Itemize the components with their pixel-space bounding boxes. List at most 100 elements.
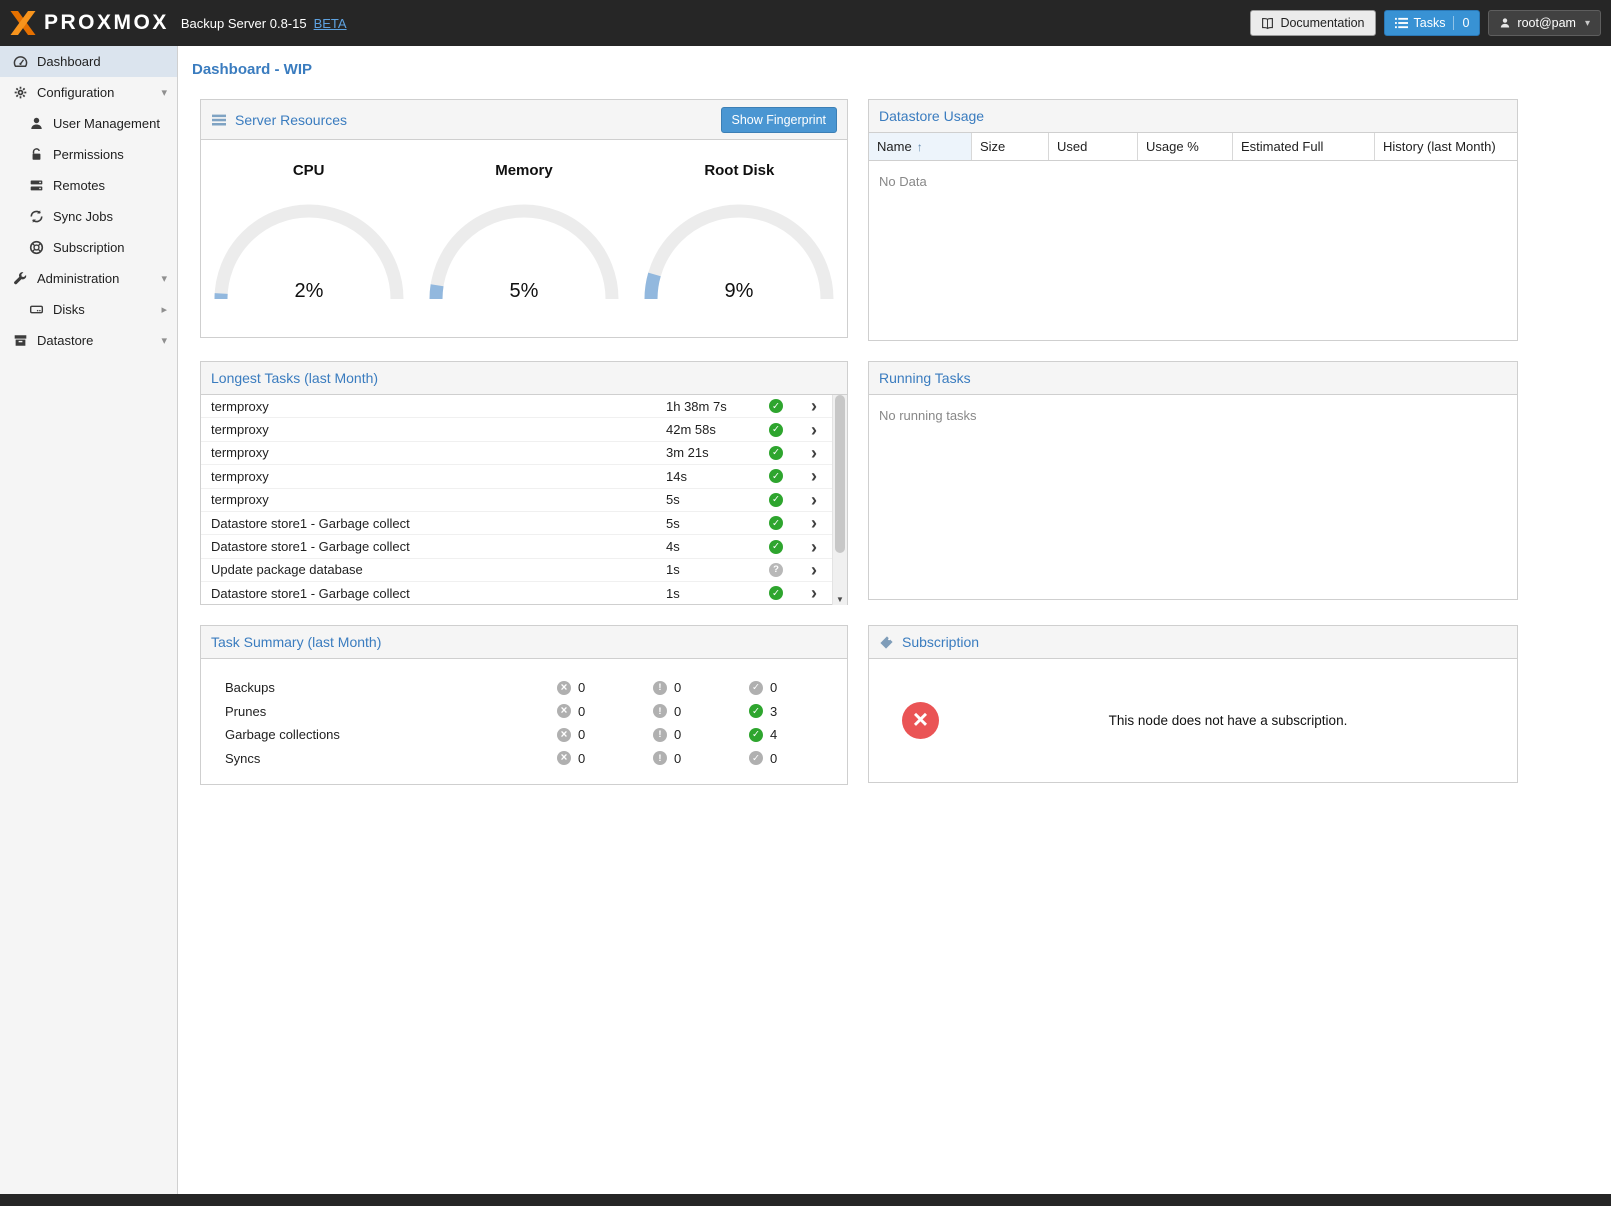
column-header-estimated-full[interactable]: Estimated Full: [1233, 133, 1375, 160]
task-open-chevron-icon[interactable]: ›: [796, 467, 832, 485]
server-resources-header: Server Resources Show Fingerprint: [201, 100, 847, 140]
documentation-button[interactable]: Documentation: [1250, 10, 1375, 36]
task-row[interactable]: termproxy 42m 58s ›: [201, 418, 832, 441]
column-header-name[interactable]: Name ↑: [869, 133, 972, 160]
task-row[interactable]: Update package database 1s ›: [201, 559, 832, 582]
warning-count: 0: [674, 704, 681, 719]
task-status-icon: [769, 563, 783, 577]
sidebar-item-subscription[interactable]: Subscription: [0, 232, 177, 263]
task-name: Datastore store1 - Garbage collect: [201, 586, 666, 601]
task-summary-body: Backups 0 0 0 Prunes: [201, 659, 847, 770]
unlock-icon: [28, 147, 44, 163]
beta-link[interactable]: BETA: [314, 16, 347, 31]
task-row[interactable]: Datastore store1 - Garbage collect 1s ›: [201, 582, 832, 605]
task-status-icon: [769, 493, 783, 507]
task-open-chevron-icon[interactable]: ›: [796, 444, 832, 462]
show-fingerprint-button[interactable]: Show Fingerprint: [721, 107, 838, 133]
panel-title: Datastore Usage: [879, 108, 984, 124]
datastore-table-header: Name ↑ Size Used Usage % Estimated Full …: [869, 133, 1517, 161]
wrench-icon: [12, 271, 28, 287]
warning-count-icon: [653, 751, 667, 765]
task-duration: 42m 58s: [666, 422, 756, 437]
sidebar-item-administration[interactable]: Administration ▾: [0, 263, 177, 294]
datastore-usage-panel: Datastore Usage Name ↑ Size Used Usage %…: [868, 99, 1518, 341]
subscription-header: Subscription: [869, 626, 1517, 659]
scrollbar-thumb[interactable]: [835, 395, 845, 553]
summary-row-garbage-collections: Garbage collections 0 0 4: [225, 723, 847, 747]
sidebar-item-label: Administration: [37, 271, 119, 286]
ok-count-icon: [749, 728, 763, 742]
brand-text: PROXMOX: [44, 11, 169, 35]
error-count-icon: [557, 751, 571, 765]
warning-count: 0: [674, 751, 681, 766]
book-icon: [1261, 17, 1274, 30]
datastore-empty-text: No Data: [869, 161, 1517, 202]
task-status-icon: [769, 516, 783, 530]
task-open-chevron-icon[interactable]: ›: [796, 584, 832, 602]
task-row[interactable]: termproxy 14s ›: [201, 465, 832, 488]
panel-title: Task Summary (last Month): [211, 634, 381, 650]
task-row[interactable]: Datastore store1 - Garbage collect 5s ›: [201, 512, 832, 535]
task-open-chevron-icon[interactable]: ›: [796, 561, 832, 579]
sidebar-item-label: Permissions: [53, 147, 124, 162]
sidebar-item-permissions[interactable]: Permissions: [0, 139, 177, 170]
ticket-icon: [879, 635, 894, 650]
task-name: termproxy: [201, 469, 666, 484]
scrollbar[interactable]: ▼: [832, 395, 847, 605]
panel-title: Server Resources: [235, 112, 347, 128]
sidebar-item-sync-jobs[interactable]: Sync Jobs: [0, 201, 177, 232]
sidebar-item-dashboard[interactable]: Dashboard: [0, 46, 177, 77]
sidebar-item-datastore[interactable]: Datastore ▾: [0, 325, 177, 356]
summary-label: Syncs: [225, 751, 557, 766]
error-count: 0: [578, 727, 585, 742]
task-status-icon: [769, 399, 783, 413]
sidebar-item-label: Sync Jobs: [53, 209, 113, 224]
scroll-down-button[interactable]: ▼: [833, 595, 847, 604]
gauge-label: Root Disk: [704, 162, 774, 179]
ok-count-icon: [749, 751, 763, 765]
panel-title: Longest Tasks (last Month): [211, 370, 378, 386]
topbar: PROXMOX Backup Server 0.8-15 BETA Docume…: [0, 0, 1611, 46]
ok-count-icon: [749, 704, 763, 718]
sidebar-item-label: User Management: [53, 116, 160, 131]
task-open-chevron-icon[interactable]: ›: [796, 491, 832, 509]
longest-tasks-list: termproxy 1h 38m 7s › termproxy 42m 58s …: [201, 395, 847, 605]
error-count-icon: [557, 704, 571, 718]
sidebar-item-remotes[interactable]: Remotes: [0, 170, 177, 201]
task-name: termproxy: [201, 445, 666, 460]
task-open-chevron-icon[interactable]: ›: [796, 538, 832, 556]
sidebar-item-label: Subscription: [53, 240, 125, 255]
product-version: Backup Server 0.8-15: [181, 16, 307, 31]
sidebar-item-configuration[interactable]: Configuration ▾: [0, 77, 177, 108]
task-open-chevron-icon[interactable]: ›: [796, 421, 832, 439]
task-open-chevron-icon[interactable]: ›: [796, 397, 832, 415]
topbar-actions: Documentation Tasks 0 root@pam ▾: [1250, 10, 1601, 36]
task-row[interactable]: termproxy 5s ›: [201, 489, 832, 512]
proxmox-logo-x-icon: [10, 11, 36, 35]
column-header-size[interactable]: Size: [972, 133, 1049, 160]
longest-tasks-header: Longest Tasks (last Month): [201, 362, 847, 395]
resource-gauges: CPU 2% Memory 5% Root Di: [201, 140, 847, 305]
task-open-chevron-icon[interactable]: ›: [796, 514, 832, 532]
task-row[interactable]: termproxy 1h 38m 7s ›: [201, 395, 832, 418]
task-duration: 5s: [666, 492, 756, 507]
tasks-button[interactable]: Tasks 0: [1384, 10, 1481, 36]
column-header-used[interactable]: Used: [1049, 133, 1138, 160]
ok-count: 0: [770, 751, 777, 766]
task-row[interactable]: termproxy 3m 21s ›: [201, 442, 832, 465]
panel-title: Subscription: [902, 634, 979, 650]
bottom-bar: [0, 1194, 1611, 1206]
task-row[interactable]: Datastore store1 - Garbage collect 4s ›: [201, 535, 832, 558]
memory-gauge: Memory 5%: [416, 162, 631, 305]
task-summary-panel: Task Summary (last Month) Backups 0 0: [200, 625, 848, 785]
sidebar-item-disks[interactable]: Disks ▸: [0, 294, 177, 325]
task-duration: 4s: [666, 539, 756, 554]
running-tasks-panel: Running Tasks No running tasks: [868, 361, 1518, 600]
task-status-icon: [769, 540, 783, 554]
column-header-usage-percent[interactable]: Usage %: [1138, 133, 1233, 160]
subscription-panel: Subscription This node does not have a s…: [868, 625, 1518, 783]
column-header-history[interactable]: History (last Month): [1375, 133, 1517, 160]
sidebar-item-user-management[interactable]: User Management: [0, 108, 177, 139]
sidebar: Dashboard Configuration ▾ User Managemen…: [0, 46, 178, 1194]
user-menu-button[interactable]: root@pam ▾: [1488, 10, 1601, 36]
